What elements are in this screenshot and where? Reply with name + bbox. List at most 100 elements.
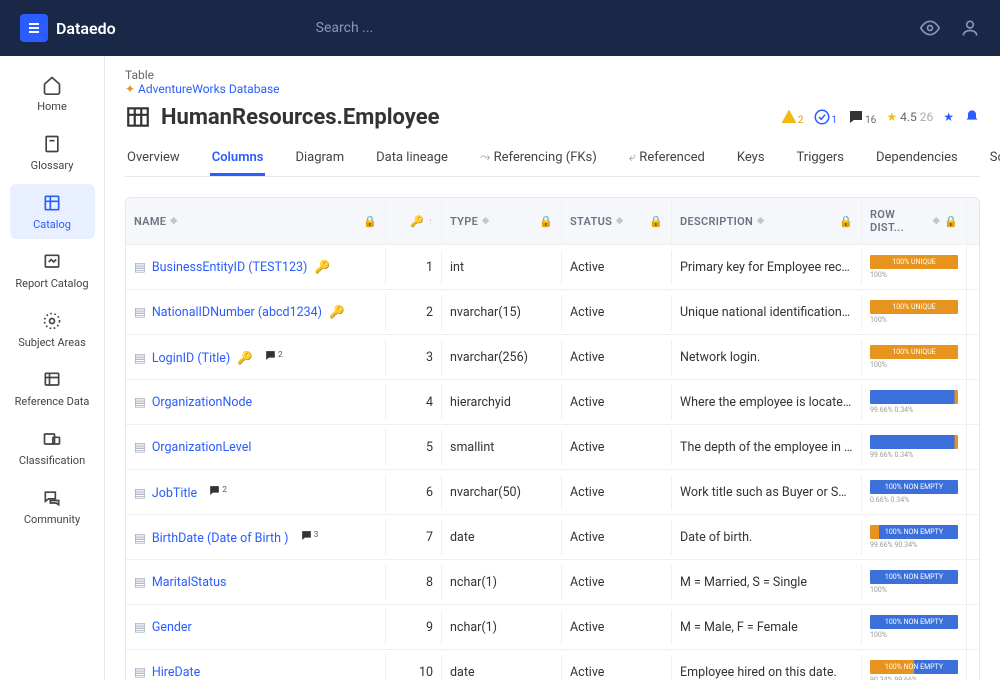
row-index: 5 [386, 430, 442, 465]
row-status: Active [562, 250, 672, 285]
tab-data-lineage[interactable]: Data lineage [374, 142, 450, 176]
row-distribution: 100% NON EMPTY90.34% 99.66% [862, 650, 967, 680]
column-link[interactable]: OrganizationLevel [152, 440, 252, 455]
comment-badge[interactable]: 2 [208, 484, 227, 497]
table-row[interactable]: ▤MaritalStatus8nchar(1)ActiveM = Married… [126, 559, 979, 604]
row-index: 3 [386, 340, 442, 375]
breadcrumb-type: Table [125, 68, 154, 82]
row-description: Work title such as Buyer or Sales Re... [672, 475, 862, 510]
row-description: The depth of the employee in the c... [672, 430, 862, 465]
row-status: Active [562, 430, 672, 465]
warning-badge[interactable]: 2 [780, 108, 804, 126]
table-row[interactable]: ▤BirthDate (Date of Birth ) 37dateActive… [126, 514, 979, 559]
row-status: Active [562, 610, 672, 645]
comment-badge[interactable]: 3 [300, 529, 319, 542]
tab-diagram[interactable]: Diagram [293, 142, 346, 176]
column-link[interactable]: JobTitle [152, 486, 197, 501]
column-link[interactable]: LoginID (Title) [152, 351, 230, 366]
tab-referencing-fks-[interactable]: ⤳ Referencing (FKs) [478, 142, 599, 176]
catalog-icon [41, 192, 63, 214]
table-row[interactable]: ▤OrganizationNode4hierarchyidActiveWhere… [126, 379, 979, 424]
column-icon: ▤ [134, 620, 146, 635]
column-icon: ▤ [134, 665, 146, 680]
sidebar-item-reference-data[interactable]: Reference Data [10, 361, 95, 416]
row-description: Primary key for Employee records. F... [672, 250, 862, 285]
row-distribution: 100% UNIQUE100% [862, 245, 967, 289]
row-type: smallint [442, 430, 562, 465]
sidebar-item-label: Home [37, 100, 67, 113]
comment-badge[interactable]: 2 [264, 349, 283, 362]
lock-icon: 🔒 [363, 215, 377, 228]
tab-schema-chan[interactable]: Schema chan [988, 142, 1000, 176]
rating[interactable]: ★4.526 [886, 110, 933, 124]
column-link[interactable]: OrganizationNode [152, 395, 252, 410]
glossary-icon [41, 133, 63, 155]
th-type[interactable]: TYPE [450, 215, 478, 228]
tab-keys[interactable]: Keys [735, 142, 767, 176]
row-index: 1 [386, 250, 442, 285]
check-badge[interactable]: 1 [813, 108, 837, 126]
key-icon: 🔑 [315, 260, 331, 275]
bell-icon[interactable] [964, 109, 980, 125]
column-link[interactable]: HireDate [152, 665, 200, 680]
sidebar-item-label: Catalog [33, 218, 71, 231]
row-distribution: 100% UNIQUE100% [862, 335, 967, 379]
row-type: date [442, 655, 562, 680]
table-row[interactable]: ▤NationalIDNumber (abcd1234) 🔑2nvarchar(… [126, 289, 979, 334]
tab-dependencies[interactable]: Dependencies [874, 142, 960, 176]
table-row[interactable]: ▤ OrganizationLevel 5smallintActiveThe dep… [126, 424, 979, 469]
table-row[interactable]: ▤HireDate10dateActiveEmployee hired on t… [126, 649, 979, 680]
row-type: nchar(1) [442, 610, 562, 645]
classification-icon [41, 428, 63, 450]
tab-triggers[interactable]: Triggers [795, 142, 846, 176]
sidebar-item-subject-areas[interactable]: Subject Areas [10, 302, 95, 357]
row-description: M = Male, F = Female [672, 610, 862, 645]
tab-overview[interactable]: Overview [125, 142, 182, 176]
key-sort-icon[interactable]: 🔑 [410, 215, 424, 228]
sidebar-item-classification[interactable]: Classification [10, 420, 95, 475]
row-type: nvarchar(50) [442, 475, 562, 510]
row-index: 4 [386, 385, 442, 420]
row-index: 2 [386, 295, 442, 330]
comments-badge[interactable]: 16 [847, 108, 876, 126]
user-icon[interactable] [960, 18, 980, 38]
row-status: Active [562, 385, 672, 420]
breadcrumb: Table ✦ AdventureWorks Database [125, 68, 980, 96]
sidebar-item-report-catalog[interactable]: Report Catalog [10, 243, 95, 298]
row-distribution: 100% NON EMPTY0.66% 0.34% [862, 470, 967, 514]
table-row[interactable]: ▤BusinessEntityID (TEST123) 🔑1intActiveP… [126, 244, 979, 289]
row-distribution: 100% NON EMPTY99.66% 90.34% [862, 515, 967, 559]
column-link[interactable]: Gender [152, 620, 192, 635]
column-icon: ▤ [134, 395, 146, 410]
logo[interactable]: Dataedo [20, 14, 116, 42]
sidebar-item-home[interactable]: Home [10, 66, 95, 121]
lock-icon: 🔒 [944, 215, 958, 228]
column-link[interactable]: BusinessEntityID (TEST123) [152, 260, 308, 275]
sidebar-item-glossary[interactable]: Glossary [10, 125, 95, 180]
table-row[interactable]: ▤JobTitle 26nvarchar(50)ActiveWork title… [126, 469, 979, 514]
tab-columns[interactable]: Columns [210, 142, 266, 176]
row-type: hierarchyid [442, 385, 562, 420]
column-icon: ▤ [134, 440, 146, 455]
table-row[interactable]: ▤LoginID (Title) 🔑 23nvarchar(256)Active… [126, 334, 979, 379]
table-row[interactable]: ▤Gender9nchar(1)ActiveM = Male, F = Fema… [126, 604, 979, 649]
subject-icon [41, 310, 63, 332]
column-link[interactable]: BirthDate (Date of Birth ) [152, 531, 289, 546]
breadcrumb-db-link[interactable]: AdventureWorks Database [138, 82, 280, 96]
th-rowdist[interactable]: ROW DIST... [870, 208, 929, 234]
row-distribution: 100% UNIQUE100% [862, 290, 967, 334]
th-name[interactable]: NAME [134, 215, 166, 228]
star-icon[interactable]: ★ [943, 110, 954, 124]
sidebar-item-community[interactable]: Community [10, 479, 95, 534]
eye-icon[interactable] [920, 18, 940, 38]
column-link[interactable]: NationalIDNumber (abcd1234) [152, 305, 322, 320]
search-input[interactable]: Search ... [316, 20, 374, 36]
column-link[interactable]: MaritalStatus [152, 575, 227, 590]
breadcrumb-db-icon: ✦ [125, 82, 135, 96]
th-description[interactable]: DESCRIPTION [680, 215, 753, 228]
row-index: 10 [386, 655, 442, 680]
sidebar-item-label: Reference Data [15, 395, 90, 408]
tab-referenced[interactable]: ⤶ Referenced [627, 142, 707, 176]
th-status[interactable]: STATUS [570, 215, 612, 228]
sidebar-item-catalog[interactable]: Catalog [10, 184, 95, 239]
